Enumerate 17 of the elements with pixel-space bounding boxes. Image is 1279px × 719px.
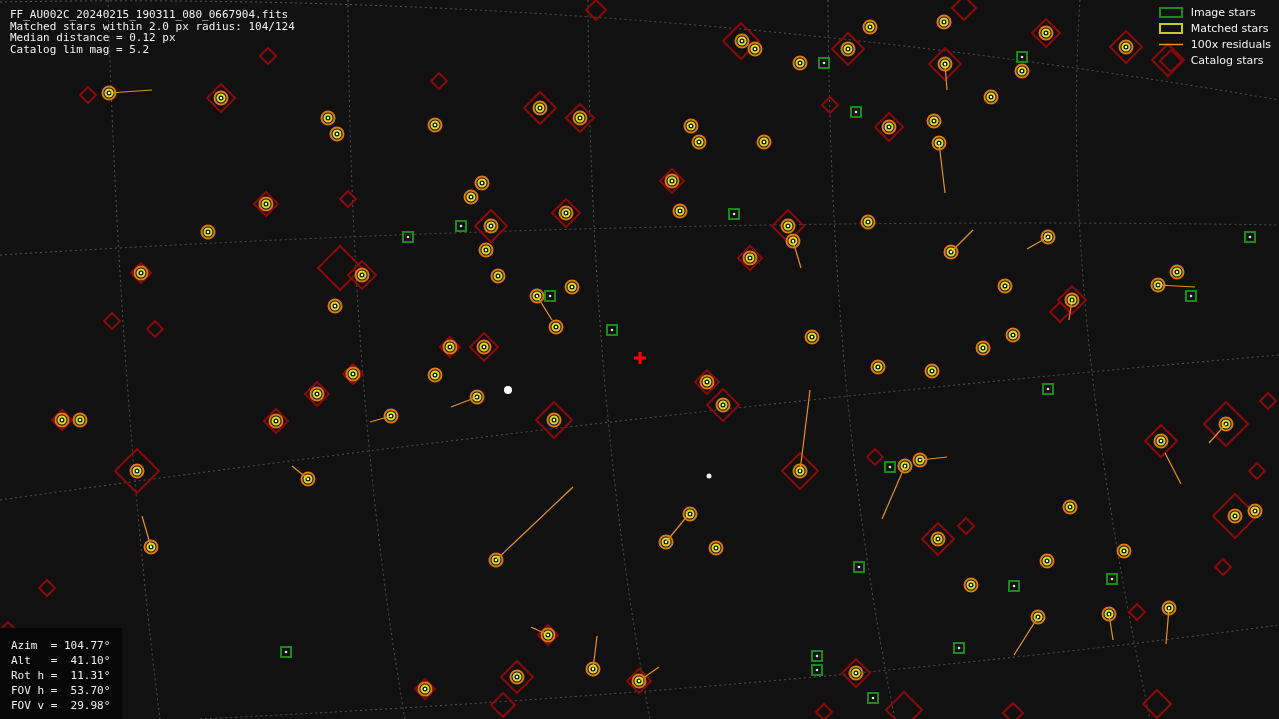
pointing-text: FOV h = 53.70° <box>11 683 111 698</box>
pointing-text: FOV v = 29.98° <box>11 698 111 713</box>
info-text: Median distance = 0.12 px <box>10 32 176 44</box>
info-text: Catalog lim mag = 5.2 <box>10 43 151 55</box>
pointing-text: Azim = 104.77° <box>11 638 111 653</box>
legend-label: Matched stars <box>1190 22 1269 35</box>
image-star-rectangle-icon <box>1158 7 1183 18</box>
legend-label: Image stars <box>1190 6 1256 19</box>
matched-star-rectangle-icon <box>1158 23 1183 34</box>
residual-line-icon <box>1158 43 1183 46</box>
info-text: FF_AU002C_20240215_190311_080_0667904.fits <box>10 9 290 21</box>
diamond-icon <box>1158 48 1183 73</box>
legend-label: Catalog stars <box>1190 54 1264 67</box>
info-text: Matched stars within 2.0 px radius: 104/124 <box>10 20 295 32</box>
pointing-text: Alt = 41.10° <box>11 653 111 668</box>
pointing-text: Rot h = 11.31° <box>11 668 111 683</box>
legend-label: 100x residuals <box>1190 38 1271 51</box>
